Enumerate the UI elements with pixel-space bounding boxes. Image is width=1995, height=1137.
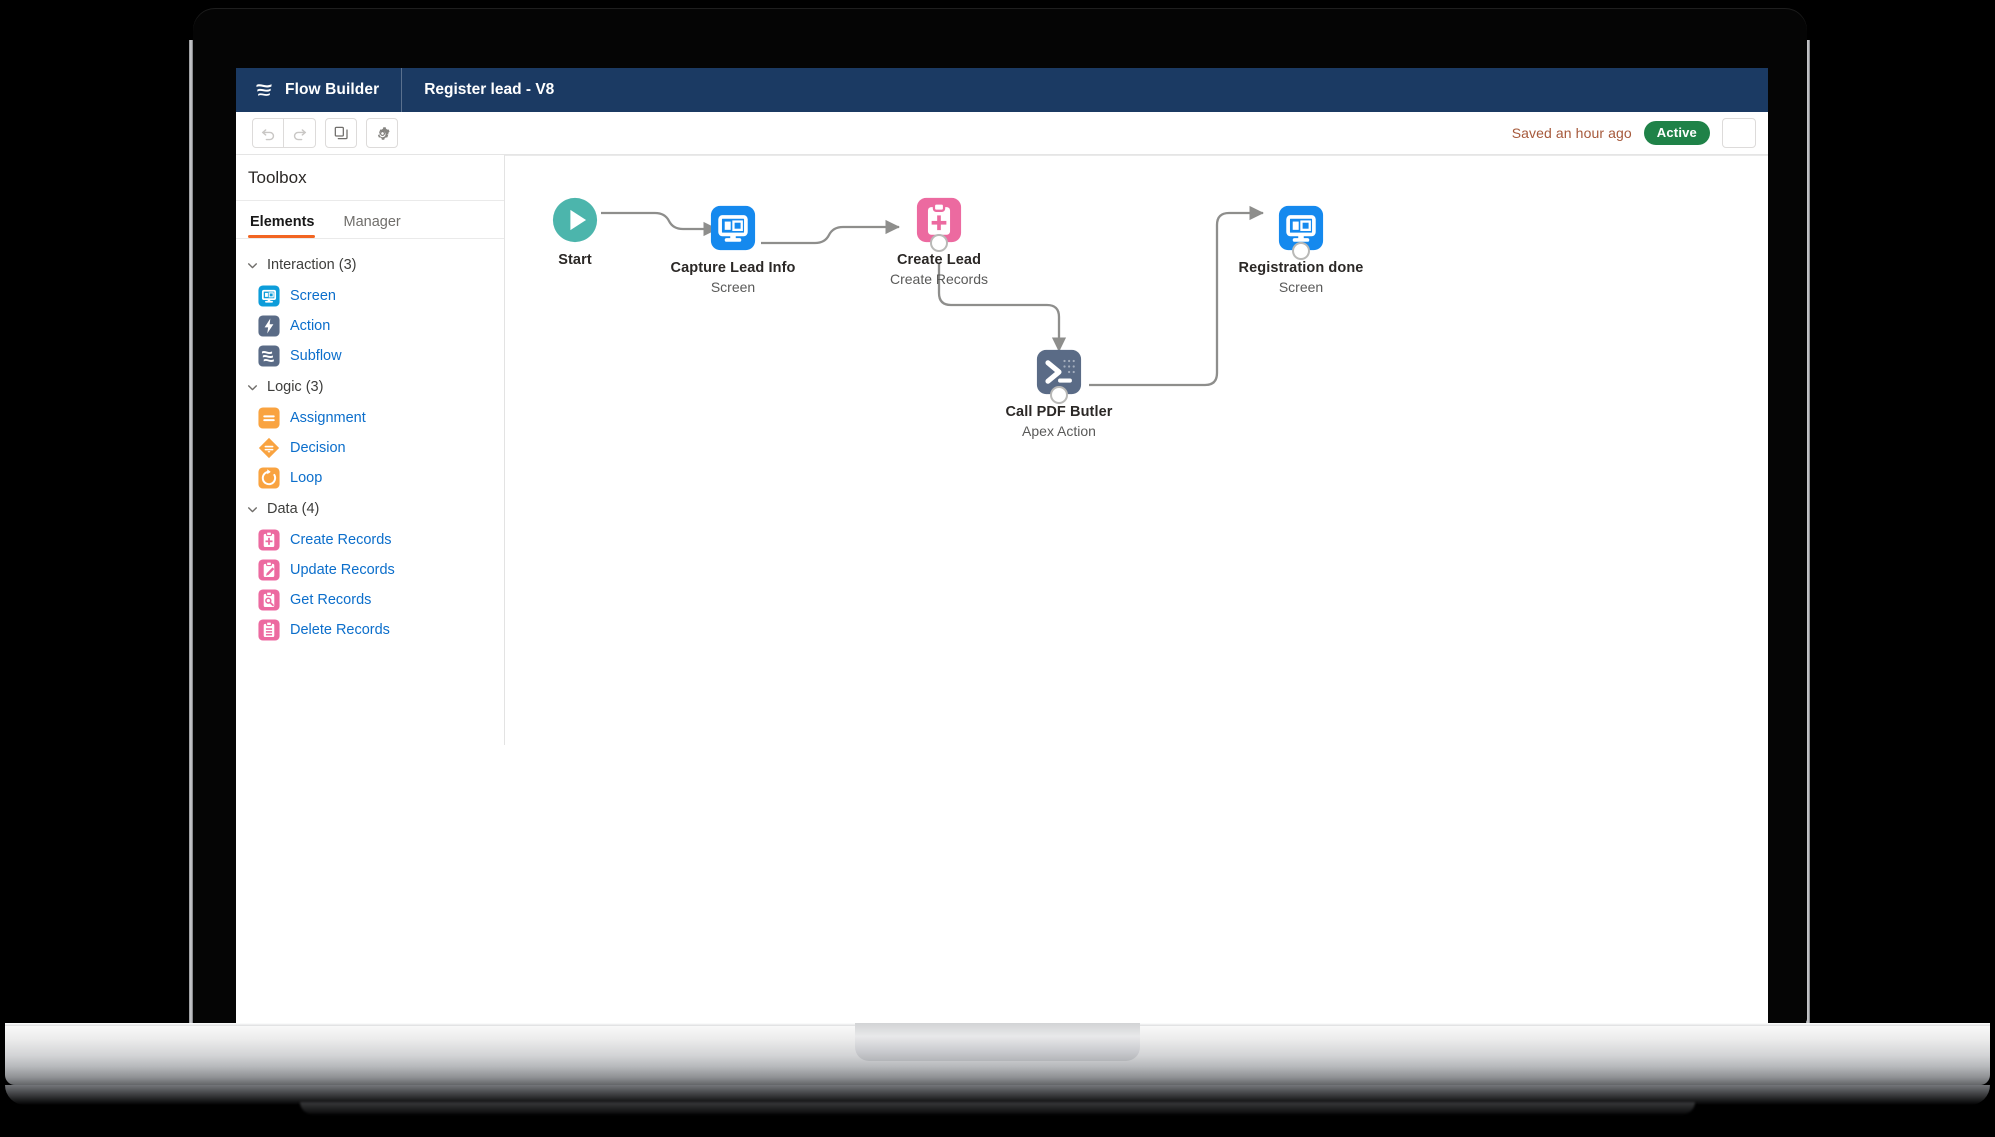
toolbox-item-label: Screen	[290, 288, 336, 304]
toolbox-item-create-records[interactable]: Create Records	[236, 525, 504, 555]
flow-node-subtitle: Create Records	[889, 271, 989, 287]
toolbox-item-label: Decision	[290, 440, 346, 456]
undo-redo-group	[252, 118, 316, 148]
duplicate-icon	[334, 126, 348, 140]
toolbox-group-interaction[interactable]: Interaction (3)	[236, 249, 504, 281]
flow-node-create-lead[interactable]: Create Lead Create Records	[864, 197, 1014, 288]
tab-elements[interactable]: Elements	[248, 214, 327, 238]
laptop-mockup: Flow Builder Register lead - V8 Saved an…	[0, 0, 1995, 1137]
screen-icon	[710, 205, 756, 251]
flow-node-title: Call PDF Butler	[1005, 404, 1113, 420]
toolbox-item-decision[interactable]: Decision	[236, 433, 504, 463]
toolbox-item-action[interactable]: Action	[236, 311, 504, 341]
toolbox-item-label: Action	[290, 318, 331, 334]
toolbox-element-list: Interaction (3) Screen Action Subflow Logi…	[236, 239, 504, 645]
update-records-icon	[258, 559, 280, 581]
tab-manager[interactable]: Manager	[341, 214, 413, 238]
chevron-down-icon	[248, 384, 257, 390]
subflow-icon	[258, 345, 280, 367]
redo-icon	[293, 128, 307, 140]
flow-node-start[interactable]: Start	[500, 197, 650, 269]
workspace: Toolbox Elements Manager Interaction (3)…	[236, 155, 1768, 1023]
saved-status: Saved an hour ago	[1511, 125, 1632, 141]
toolbox-item-assignment[interactable]: Assignment	[236, 403, 504, 433]
chevron-down-icon	[248, 262, 257, 268]
node-connector-handle[interactable]	[930, 234, 948, 252]
toolbox-group-label: Logic (3)	[267, 379, 324, 395]
flow-node-subtitle: Screen	[1278, 279, 1324, 295]
toolbox-item-label: Get Records	[290, 592, 372, 608]
node-connector-handle[interactable]	[1050, 386, 1068, 404]
flow-node-icon-wrap	[1226, 205, 1376, 260]
laptop-base-foot	[300, 1102, 1695, 1114]
gear-icon	[377, 126, 390, 140]
toolbox-item-subflow[interactable]: Subflow	[236, 341, 504, 371]
start-play-icon	[552, 197, 598, 243]
status-badge: Active	[1643, 121, 1710, 145]
toolbox-group-label: Interaction (3)	[267, 257, 357, 273]
toolbox-tabs: Elements Manager	[236, 201, 504, 239]
canvas-top-rule	[505, 155, 1768, 156]
flow-node-title: Registration done	[1238, 260, 1364, 276]
toolbox-item-get-records[interactable]: Get Records	[236, 585, 504, 615]
flow-node-icon-wrap	[658, 205, 808, 251]
undo-icon	[261, 128, 274, 140]
chevron-down-icon	[248, 506, 257, 512]
toolbox-title: Toolbox	[236, 155, 504, 201]
toolbox-group-logic[interactable]: Logic (3)	[236, 371, 504, 403]
flow-node-icon-wrap	[984, 349, 1134, 404]
flow-builder-icon	[256, 84, 272, 96]
toolbar-overflow-button[interactable]	[1722, 118, 1756, 148]
assignment-icon	[258, 407, 280, 429]
toolbox-item-label: Subflow	[290, 348, 342, 364]
flow-node-subtitle: Screen	[710, 279, 756, 295]
toolbox-item-delete-records[interactable]: Delete Records	[236, 615, 504, 645]
flow-node-title: Capture Lead Info	[670, 260, 796, 276]
flow-node-icon-wrap	[500, 197, 650, 243]
toolbox-panel: Toolbox Elements Manager Interaction (3)…	[236, 155, 504, 1023]
toolbox-group-label: Data (4)	[267, 501, 320, 517]
redo-button[interactable]	[284, 118, 316, 148]
delete-records-icon	[258, 619, 280, 641]
flow-node-title: Create Lead	[896, 252, 982, 268]
flow-node-registration-done[interactable]: Registration done Screen	[1226, 205, 1376, 296]
flow-node-capture-lead-info[interactable]: Capture Lead Info Screen	[658, 205, 808, 296]
toolbox-group-data[interactable]: Data (4)	[236, 493, 504, 525]
flow-title: Register lead - V8	[424, 81, 555, 98]
duplicate-button[interactable]	[325, 118, 357, 148]
flow-canvas[interactable]: Start Capture Lead Info Screen Create Lea…	[505, 155, 1768, 1023]
brand-area[interactable]: Flow Builder	[236, 68, 403, 112]
settings-button[interactable]	[366, 118, 398, 148]
toolbox-item-label: Delete Records	[290, 622, 390, 638]
app-screen: Flow Builder Register lead - V8 Saved an…	[236, 68, 1768, 1023]
loop-icon	[258, 467, 280, 489]
node-connector-handle[interactable]	[1292, 242, 1310, 260]
decision-diamond-icon	[258, 437, 280, 459]
flow-node-call-pdf-butler[interactable]: Call PDF Butler Apex Action	[984, 349, 1134, 440]
undo-button[interactable]	[252, 118, 284, 148]
flow-node-title: Start	[558, 252, 592, 268]
toolbox-item-screen[interactable]: Screen	[236, 281, 504, 311]
action-bolt-icon	[258, 315, 280, 337]
flow-node-subtitle: Apex Action	[1022, 423, 1096, 439]
toolbar: Saved an hour ago Active	[236, 112, 1768, 155]
toolbox-item-loop[interactable]: Loop	[236, 463, 504, 493]
toolbox-item-label: Update Records	[290, 562, 395, 578]
toolbox-item-update-records[interactable]: Update Records	[236, 555, 504, 585]
screen-icon	[258, 285, 280, 307]
toolbox-item-label: Assignment	[290, 410, 366, 426]
app-header: Flow Builder Register lead - V8	[236, 68, 1768, 112]
create-records-icon	[258, 529, 280, 551]
brand-label: Flow Builder	[285, 81, 380, 98]
laptop-base-notch	[855, 1023, 1140, 1061]
toolbox-item-label: Create Records	[290, 532, 392, 548]
get-records-icon	[258, 589, 280, 611]
toolbox-item-label: Loop	[290, 470, 323, 486]
flow-node-icon-wrap	[864, 197, 1014, 252]
